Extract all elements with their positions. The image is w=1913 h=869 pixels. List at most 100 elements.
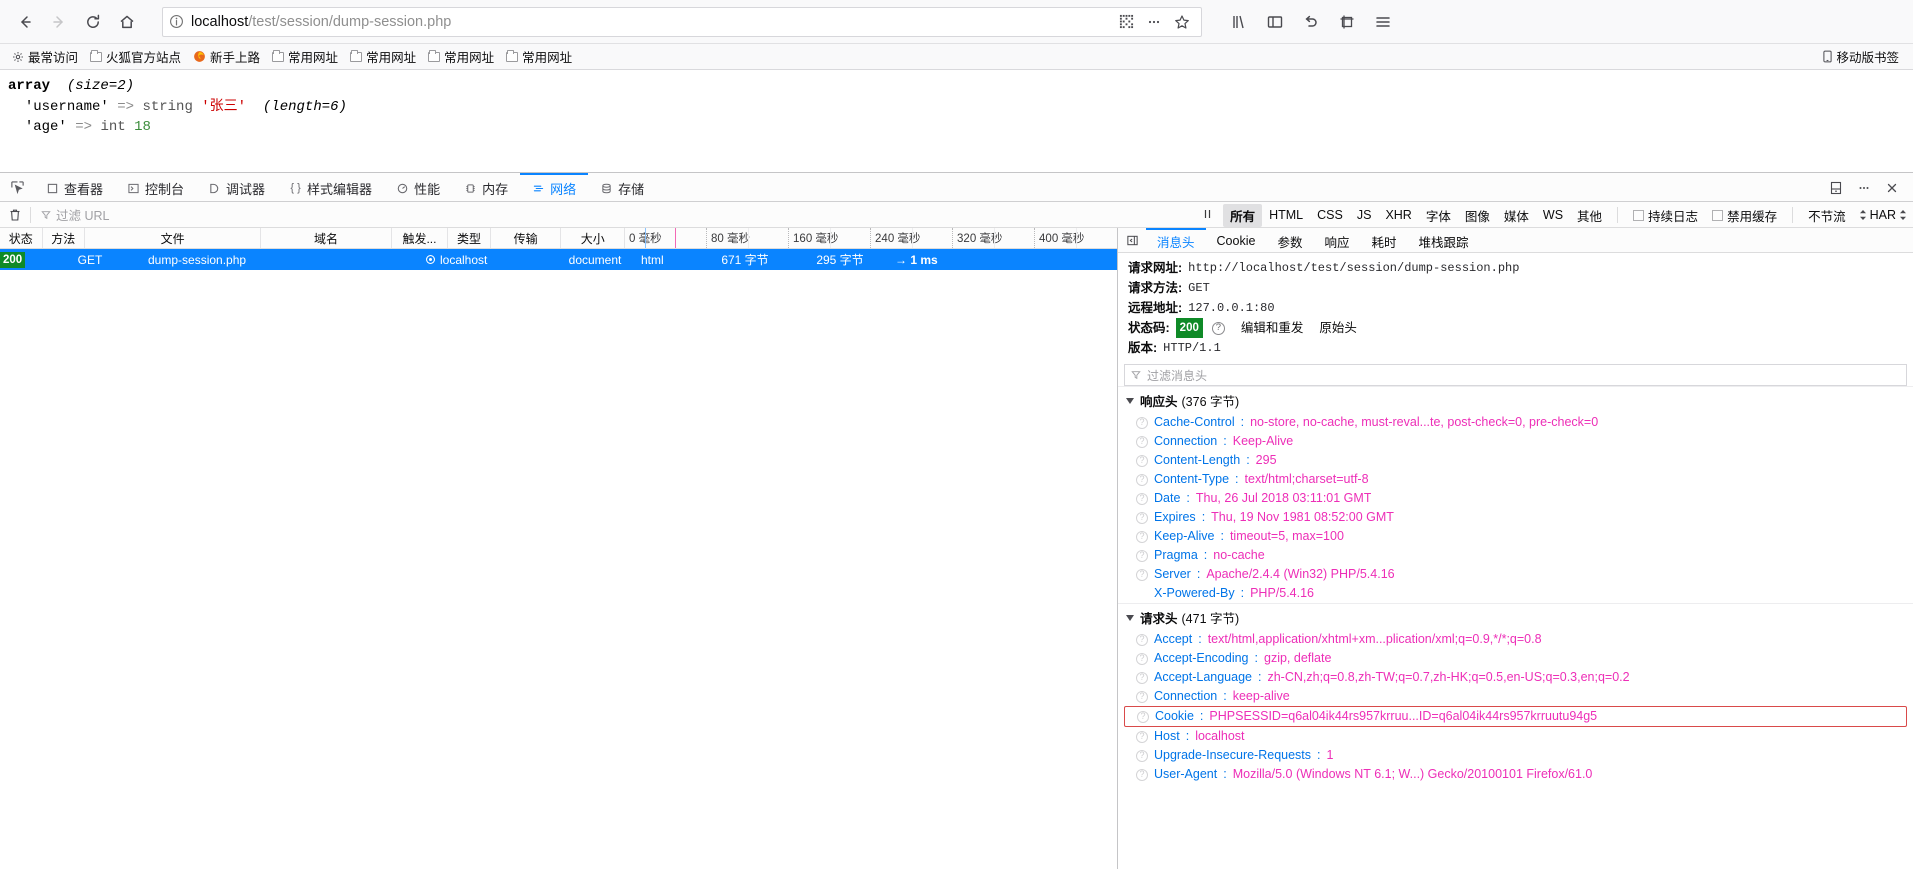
detail-tab-timings[interactable]: 耗时 xyxy=(1360,228,1407,252)
bookmark-item-0[interactable]: 最常访问 xyxy=(6,45,84,68)
col-transferred[interactable]: 传输 xyxy=(491,228,562,248)
header-row[interactable]: ? Server: Apache/2.4.4 (Win32) PHP/5.4.1… xyxy=(1118,565,1913,584)
filter-chip-html[interactable]: HTML xyxy=(1262,206,1310,224)
filter-chip-all[interactable]: 所有 xyxy=(1223,203,1263,227)
disable-cache-checkbox[interactable]: 禁用缓存 xyxy=(1705,206,1784,225)
header-row[interactable]: ? Date: Thu, 26 Jul 2018 03:11:01 GMT xyxy=(1118,489,1913,508)
library-icon[interactable] xyxy=(1222,5,1256,39)
header-row[interactable]: ? Accept-Encoding: gzip, deflate xyxy=(1118,649,1913,668)
filter-chip-css[interactable]: CSS xyxy=(1310,206,1350,224)
filter-url-input[interactable]: 过滤 URL xyxy=(41,205,109,224)
header-row-cookie[interactable]: ? Cookie: PHPSESSID=q6al04ik44rs957krruu… xyxy=(1124,706,1907,727)
filter-chip-xhr[interactable]: XHR xyxy=(1378,206,1418,224)
question-mark-icon[interactable]: ? xyxy=(1136,768,1148,781)
tab-memory[interactable]: 内存 xyxy=(452,173,520,201)
tab-performance[interactable]: 性能 xyxy=(384,173,452,201)
bookmark-item-3[interactable]: 常用网址 xyxy=(266,45,344,68)
question-mark-icon[interactable]: ? xyxy=(1136,492,1148,505)
pause-icon[interactable] xyxy=(1192,208,1223,223)
response-headers-section-title[interactable]: 响应头 (376 字节) xyxy=(1118,386,1913,413)
detail-tab-params[interactable]: 参数 xyxy=(1266,228,1313,252)
detail-tab-response[interactable]: 响应 xyxy=(1313,228,1360,252)
question-mark-icon[interactable]: ? xyxy=(1136,652,1148,665)
hamburger-menu-icon[interactable] xyxy=(1366,5,1400,39)
question-mark-icon[interactable]: ? xyxy=(1136,473,1148,486)
tab-storage[interactable]: 存储 xyxy=(588,173,656,201)
col-status[interactable]: 状态 xyxy=(0,228,43,248)
col-method[interactable]: 方法 xyxy=(43,228,86,248)
star-icon[interactable] xyxy=(1169,9,1195,35)
question-mark-icon[interactable]: ? xyxy=(1137,710,1149,723)
qr-code-icon[interactable] xyxy=(1113,9,1139,35)
header-row[interactable]: ? Expires: Thu, 19 Nov 1981 08:52:00 GMT xyxy=(1118,508,1913,527)
question-mark-icon[interactable]: ? xyxy=(1136,454,1148,467)
question-mark-icon[interactable]: ? xyxy=(1136,549,1148,562)
detail-tab-stacktrace[interactable]: 堆栈跟踪 xyxy=(1407,228,1479,252)
filter-chip-font[interactable]: 字体 xyxy=(1419,204,1458,227)
header-row[interactable]: ? X-Powered-By: PHP/5.4.16 xyxy=(1118,584,1913,603)
col-cause[interactable]: 触发... xyxy=(392,228,449,248)
filter-chip-ws[interactable]: WS xyxy=(1536,206,1570,224)
raw-headers-button[interactable]: 原始头 xyxy=(1319,318,1357,338)
header-row[interactable]: ? Content-Type: text/html;charset=utf-8 xyxy=(1118,470,1913,489)
header-row[interactable]: ? Content-Length: 295 xyxy=(1118,451,1913,470)
filter-headers-input[interactable]: 过滤消息头 xyxy=(1124,364,1907,386)
tab-inspector[interactable]: 查看器 xyxy=(34,173,115,201)
col-type[interactable]: 类型 xyxy=(448,228,491,248)
tab-debugger[interactable]: 调试器 xyxy=(196,173,277,201)
question-mark-icon[interactable]: ? xyxy=(1211,321,1225,335)
header-row[interactable]: ? Accept-Language: zh-CN,zh;q=0.8,zh-TW;… xyxy=(1118,668,1913,687)
question-mark-icon[interactable]: ? xyxy=(1136,435,1148,448)
header-row[interactable]: ? Accept: text/html,application/xhtml+xm… xyxy=(1118,630,1913,649)
ellipsis-icon[interactable] xyxy=(1851,176,1877,200)
edit-and-resend-button[interactable]: 编辑和重发 xyxy=(1241,318,1304,338)
header-row[interactable]: ? Upgrade-Insecure-Requests: 1 xyxy=(1118,746,1913,765)
table-row[interactable]: 200 GET dump-session.php localhost docum… xyxy=(0,249,1117,270)
tab-network[interactable]: 网络 xyxy=(520,173,589,201)
sync-arrow-icon[interactable] xyxy=(1294,5,1328,39)
tab-style-editor[interactable]: { } 样式编辑器 xyxy=(277,173,384,201)
header-row[interactable]: ? User-Agent: Mozilla/5.0 (Windows NT 6.… xyxy=(1118,765,1913,784)
header-row[interactable]: ? Cache-Control: no-store, no-cache, mus… xyxy=(1118,413,1913,432)
sidebar-icon[interactable] xyxy=(1258,5,1292,39)
bookmark-item-mobile[interactable]: 移动版书签 xyxy=(1817,45,1905,68)
element-picker-icon[interactable] xyxy=(0,173,34,201)
panel-collapse-icon[interactable] xyxy=(1118,228,1146,252)
filter-chip-other[interactable]: 其他 xyxy=(1570,204,1609,227)
bookmark-item-2[interactable]: 新手上路 xyxy=(187,45,266,68)
question-mark-icon[interactable]: ? xyxy=(1136,568,1148,581)
back-arrow-icon[interactable] xyxy=(8,5,42,39)
address-bar[interactable]: localhost/test/session/dump-session.php xyxy=(162,6,1202,37)
ellipsis-icon[interactable] xyxy=(1141,9,1167,35)
question-mark-icon[interactable]: ? xyxy=(1136,749,1148,762)
request-headers-section-title[interactable]: 请求头 (471 字节) xyxy=(1118,603,1913,630)
screenshot-icon[interactable] xyxy=(1330,5,1364,39)
throttle-select[interactable]: 不节流 xyxy=(1801,204,1853,227)
home-icon[interactable] xyxy=(110,5,144,39)
question-mark-icon[interactable]: ? xyxy=(1136,511,1148,524)
question-mark-icon[interactable]: ? xyxy=(1136,671,1148,684)
question-mark-icon[interactable]: ? xyxy=(1136,530,1148,543)
har-menu-button[interactable]: HAR xyxy=(1853,208,1907,222)
header-row[interactable]: ? Host: localhost xyxy=(1118,727,1913,746)
header-row[interactable]: ? Pragma: no-cache xyxy=(1118,546,1913,565)
question-mark-icon[interactable]: ? xyxy=(1136,690,1148,703)
dock-layout-icon[interactable] xyxy=(1823,176,1849,200)
question-mark-icon[interactable]: ? xyxy=(1136,730,1148,743)
close-icon[interactable] xyxy=(1879,176,1905,200)
info-icon[interactable] xyxy=(169,14,184,29)
col-domain[interactable]: 域名 xyxy=(261,228,392,248)
col-file[interactable]: 文件 xyxy=(85,228,262,248)
header-row[interactable]: ? Connection: Keep-Alive xyxy=(1118,432,1913,451)
header-row[interactable]: ? Keep-Alive: timeout=5, max=100 xyxy=(1118,527,1913,546)
persist-logs-checkbox[interactable]: 持续日志 xyxy=(1626,206,1705,225)
question-mark-icon[interactable]: ? xyxy=(1136,416,1148,429)
trash-icon[interactable] xyxy=(0,208,30,222)
reload-icon[interactable] xyxy=(76,5,110,39)
header-row[interactable]: ? Connection: keep-alive xyxy=(1118,687,1913,706)
detail-tab-cookie[interactable]: Cookie xyxy=(1206,228,1267,252)
bookmark-item-5[interactable]: 常用网址 xyxy=(422,45,500,68)
col-size[interactable]: 大小 xyxy=(561,228,626,248)
bookmark-item-1[interactable]: 火狐官方站点 xyxy=(84,45,187,68)
filter-chip-media[interactable]: 媒体 xyxy=(1497,204,1536,227)
